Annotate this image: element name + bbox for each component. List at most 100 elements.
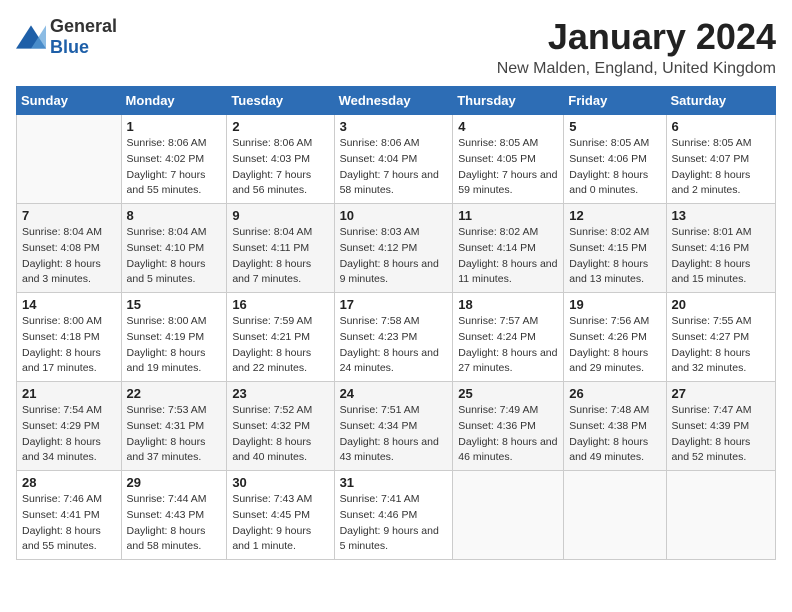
day-number: 18: [458, 297, 558, 312]
day-number: 26: [569, 386, 660, 401]
day-detail: Sunrise: 7:47 AMSunset: 4:39 PMDaylight:…: [672, 404, 752, 463]
weekday-header-saturday: Saturday: [666, 87, 775, 115]
day-detail: Sunrise: 8:03 AMSunset: 4:12 PMDaylight:…: [340, 226, 439, 285]
calendar-cell: 18 Sunrise: 7:57 AMSunset: 4:24 PMDaylig…: [453, 293, 564, 382]
day-number: 12: [569, 208, 660, 223]
day-detail: Sunrise: 7:51 AMSunset: 4:34 PMDaylight:…: [340, 404, 439, 463]
calendar-cell: 20 Sunrise: 7:55 AMSunset: 4:27 PMDaylig…: [666, 293, 775, 382]
day-number: 11: [458, 208, 558, 223]
calendar-week-row: 21 Sunrise: 7:54 AMSunset: 4:29 PMDaylig…: [17, 382, 776, 471]
day-detail: Sunrise: 8:02 AMSunset: 4:15 PMDaylight:…: [569, 226, 649, 285]
day-number: 6: [672, 119, 770, 134]
day-number: 15: [127, 297, 222, 312]
calendar-cell: 15 Sunrise: 8:00 AMSunset: 4:19 PMDaylig…: [121, 293, 227, 382]
day-number: 16: [232, 297, 328, 312]
day-detail: Sunrise: 7:44 AMSunset: 4:43 PMDaylight:…: [127, 493, 207, 552]
logo-general: General: [50, 16, 117, 36]
day-number: 24: [340, 386, 448, 401]
day-number: 28: [22, 475, 116, 490]
calendar-cell: 5 Sunrise: 8:05 AMSunset: 4:06 PMDayligh…: [564, 115, 666, 204]
day-detail: Sunrise: 8:06 AMSunset: 4:04 PMDaylight:…: [340, 137, 439, 196]
day-detail: Sunrise: 7:58 AMSunset: 4:23 PMDaylight:…: [340, 315, 439, 374]
calendar-cell: 26 Sunrise: 7:48 AMSunset: 4:38 PMDaylig…: [564, 382, 666, 471]
calendar-table: SundayMondayTuesdayWednesdayThursdayFrid…: [16, 86, 776, 560]
title-area: January 2024 New Malden, England, United…: [497, 16, 776, 78]
day-detail: Sunrise: 7:56 AMSunset: 4:26 PMDaylight:…: [569, 315, 649, 374]
day-detail: Sunrise: 8:05 AMSunset: 4:07 PMDaylight:…: [672, 137, 752, 196]
weekday-header-wednesday: Wednesday: [334, 87, 453, 115]
day-detail: Sunrise: 8:06 AMSunset: 4:03 PMDaylight:…: [232, 137, 312, 196]
day-detail: Sunrise: 8:04 AMSunset: 4:10 PMDaylight:…: [127, 226, 207, 285]
weekday-header-monday: Monday: [121, 87, 227, 115]
day-number: 7: [22, 208, 116, 223]
day-number: 13: [672, 208, 770, 223]
calendar-cell: 29 Sunrise: 7:44 AMSunset: 4:43 PMDaylig…: [121, 471, 227, 560]
calendar-cell: 25 Sunrise: 7:49 AMSunset: 4:36 PMDaylig…: [453, 382, 564, 471]
day-detail: Sunrise: 7:43 AMSunset: 4:45 PMDaylight:…: [232, 493, 312, 552]
calendar-week-row: 28 Sunrise: 7:46 AMSunset: 4:41 PMDaylig…: [17, 471, 776, 560]
calendar-cell: 23 Sunrise: 7:52 AMSunset: 4:32 PMDaylig…: [227, 382, 334, 471]
calendar-cell: [666, 471, 775, 560]
day-number: 31: [340, 475, 448, 490]
calendar-cell: 13 Sunrise: 8:01 AMSunset: 4:16 PMDaylig…: [666, 204, 775, 293]
day-detail: Sunrise: 8:02 AMSunset: 4:14 PMDaylight:…: [458, 226, 557, 285]
calendar-week-row: 1 Sunrise: 8:06 AMSunset: 4:02 PMDayligh…: [17, 115, 776, 204]
day-number: 22: [127, 386, 222, 401]
calendar-cell: 24 Sunrise: 7:51 AMSunset: 4:34 PMDaylig…: [334, 382, 453, 471]
day-detail: Sunrise: 8:05 AMSunset: 4:06 PMDaylight:…: [569, 137, 649, 196]
day-detail: Sunrise: 7:48 AMSunset: 4:38 PMDaylight:…: [569, 404, 649, 463]
day-number: 17: [340, 297, 448, 312]
day-number: 5: [569, 119, 660, 134]
logo-blue: Blue: [50, 37, 89, 57]
day-detail: Sunrise: 7:49 AMSunset: 4:36 PMDaylight:…: [458, 404, 557, 463]
day-number: 29: [127, 475, 222, 490]
calendar-cell: 22 Sunrise: 7:53 AMSunset: 4:31 PMDaylig…: [121, 382, 227, 471]
day-number: 21: [22, 386, 116, 401]
weekday-header-sunday: Sunday: [17, 87, 122, 115]
calendar-cell: 19 Sunrise: 7:56 AMSunset: 4:26 PMDaylig…: [564, 293, 666, 382]
calendar-cell: 31 Sunrise: 7:41 AMSunset: 4:46 PMDaylig…: [334, 471, 453, 560]
day-detail: Sunrise: 7:53 AMSunset: 4:31 PMDaylight:…: [127, 404, 207, 463]
day-detail: Sunrise: 8:01 AMSunset: 4:16 PMDaylight:…: [672, 226, 752, 285]
day-detail: Sunrise: 8:04 AMSunset: 4:11 PMDaylight:…: [232, 226, 312, 285]
weekday-header-tuesday: Tuesday: [227, 87, 334, 115]
calendar-cell: 30 Sunrise: 7:43 AMSunset: 4:45 PMDaylig…: [227, 471, 334, 560]
calendar-cell: 10 Sunrise: 8:03 AMSunset: 4:12 PMDaylig…: [334, 204, 453, 293]
calendar-cell: 21 Sunrise: 7:54 AMSunset: 4:29 PMDaylig…: [17, 382, 122, 471]
day-detail: Sunrise: 8:00 AMSunset: 4:18 PMDaylight:…: [22, 315, 102, 374]
day-detail: Sunrise: 7:54 AMSunset: 4:29 PMDaylight:…: [22, 404, 102, 463]
day-number: 2: [232, 119, 328, 134]
page-header: General Blue January 2024 New Malden, En…: [16, 16, 776, 78]
calendar-cell: [17, 115, 122, 204]
day-number: 8: [127, 208, 222, 223]
day-number: 4: [458, 119, 558, 134]
logo: General Blue: [16, 16, 117, 58]
day-number: 9: [232, 208, 328, 223]
day-number: 27: [672, 386, 770, 401]
day-detail: Sunrise: 8:06 AMSunset: 4:02 PMDaylight:…: [127, 137, 207, 196]
calendar-cell: [564, 471, 666, 560]
page-subtitle: New Malden, England, United Kingdom: [497, 60, 776, 78]
calendar-week-row: 14 Sunrise: 8:00 AMSunset: 4:18 PMDaylig…: [17, 293, 776, 382]
calendar-cell: 3 Sunrise: 8:06 AMSunset: 4:04 PMDayligh…: [334, 115, 453, 204]
day-number: 1: [127, 119, 222, 134]
day-detail: Sunrise: 7:41 AMSunset: 4:46 PMDaylight:…: [340, 493, 439, 552]
calendar-cell: 6 Sunrise: 8:05 AMSunset: 4:07 PMDayligh…: [666, 115, 775, 204]
day-detail: Sunrise: 7:59 AMSunset: 4:21 PMDaylight:…: [232, 315, 312, 374]
logo-icon: [16, 25, 46, 49]
page-title: January 2024: [497, 16, 776, 58]
calendar-cell: 8 Sunrise: 8:04 AMSunset: 4:10 PMDayligh…: [121, 204, 227, 293]
calendar-cell: 12 Sunrise: 8:02 AMSunset: 4:15 PMDaylig…: [564, 204, 666, 293]
weekday-header-thursday: Thursday: [453, 87, 564, 115]
day-detail: Sunrise: 8:00 AMSunset: 4:19 PMDaylight:…: [127, 315, 207, 374]
calendar-cell: 28 Sunrise: 7:46 AMSunset: 4:41 PMDaylig…: [17, 471, 122, 560]
weekday-header-friday: Friday: [564, 87, 666, 115]
day-number: 30: [232, 475, 328, 490]
calendar-cell: 27 Sunrise: 7:47 AMSunset: 4:39 PMDaylig…: [666, 382, 775, 471]
calendar-cell: 2 Sunrise: 8:06 AMSunset: 4:03 PMDayligh…: [227, 115, 334, 204]
day-detail: Sunrise: 7:55 AMSunset: 4:27 PMDaylight:…: [672, 315, 752, 374]
day-number: 10: [340, 208, 448, 223]
day-number: 3: [340, 119, 448, 134]
calendar-cell: [453, 471, 564, 560]
calendar-cell: 16 Sunrise: 7:59 AMSunset: 4:21 PMDaylig…: [227, 293, 334, 382]
